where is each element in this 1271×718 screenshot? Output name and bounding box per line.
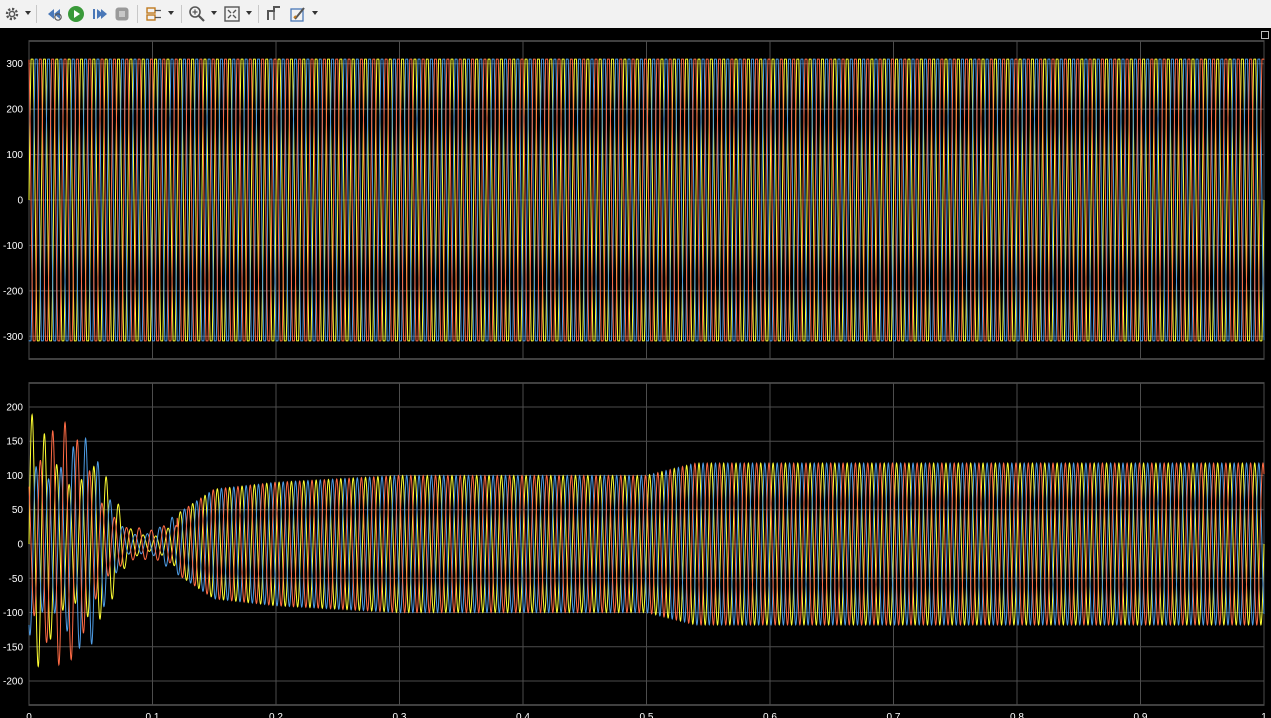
y-tick-label: -300 <box>3 332 23 343</box>
x-tick-label: 0.8 <box>1010 712 1024 718</box>
y-tick-label: -100 <box>3 241 23 252</box>
y-tick-label: -200 <box>3 286 23 297</box>
chevron-down-icon[interactable] <box>25 11 31 15</box>
x-tick-label: 0.4 <box>516 712 530 718</box>
y-tick-label: 50 <box>12 505 24 516</box>
y-tick-label: 0 <box>17 540 23 551</box>
chevron-down-icon[interactable] <box>246 11 252 15</box>
x-tick-label: 0.9 <box>1134 712 1148 718</box>
scope-plots: 300 200 100 0 -100 -200 -300 200 150 100 50 0 -50 -1… <box>3 40 1267 718</box>
chevron-down-icon[interactable] <box>211 11 217 15</box>
y-tick-label: 200 <box>6 402 23 413</box>
x-tick-label: 0.3 <box>393 712 407 718</box>
zoom-in-icon[interactable] <box>187 4 207 24</box>
step-forward-icon[interactable] <box>89 4 109 24</box>
y-tick-label: -100 <box>3 608 23 619</box>
y-tick-label: 100 <box>6 471 23 482</box>
highlight-icon[interactable] <box>144 4 164 24</box>
x-tick-label: 1 <box>1261 712 1267 718</box>
run-icon[interactable] <box>66 4 86 24</box>
toolbar-divider <box>181 5 182 23</box>
y-tick-label: 200 <box>6 105 23 116</box>
chevron-down-icon[interactable] <box>168 11 174 15</box>
stop-icon[interactable] <box>112 4 132 24</box>
fit-to-view-icon[interactable] <box>222 4 242 24</box>
step-back-icon[interactable] <box>44 4 64 24</box>
cursor-measure-icon[interactable] <box>264 4 284 24</box>
y-tick-label: 300 <box>6 59 23 70</box>
y-tick-label: 0 <box>17 196 23 207</box>
y-tick-label: -200 <box>3 677 23 688</box>
x-tick-label: 0.7 <box>887 712 901 718</box>
y-tick-label: -50 <box>9 574 24 585</box>
x-tick-label: 0.6 <box>763 712 777 718</box>
scope-toolbar <box>0 0 1271 29</box>
x-tick-label: 0.5 <box>640 712 654 718</box>
x-tick-label: 0.2 <box>269 712 283 718</box>
y-tick-label: -150 <box>3 642 23 653</box>
x-tick-label: 0.1 <box>146 712 160 718</box>
current-axes[interactable]: 200 150 100 50 0 -50 -100 -150 -200 0 0.1 0.2 0.3 0.4… <box>3 382 1267 718</box>
voltage-axes[interactable]: 300 200 100 0 -100 -200 -300 <box>3 40 1265 360</box>
toolbar-divider <box>137 5 138 23</box>
chevron-down-icon[interactable] <box>312 11 318 15</box>
x-tick-label: 0 <box>26 712 32 718</box>
triggers-icon[interactable] <box>288 4 308 24</box>
toolbar-divider <box>36 5 37 23</box>
y-tick-label: 100 <box>6 150 23 161</box>
gear-icon[interactable] <box>3 4 21 24</box>
toolbar-divider <box>258 5 259 23</box>
y-tick-label: 150 <box>6 437 23 448</box>
